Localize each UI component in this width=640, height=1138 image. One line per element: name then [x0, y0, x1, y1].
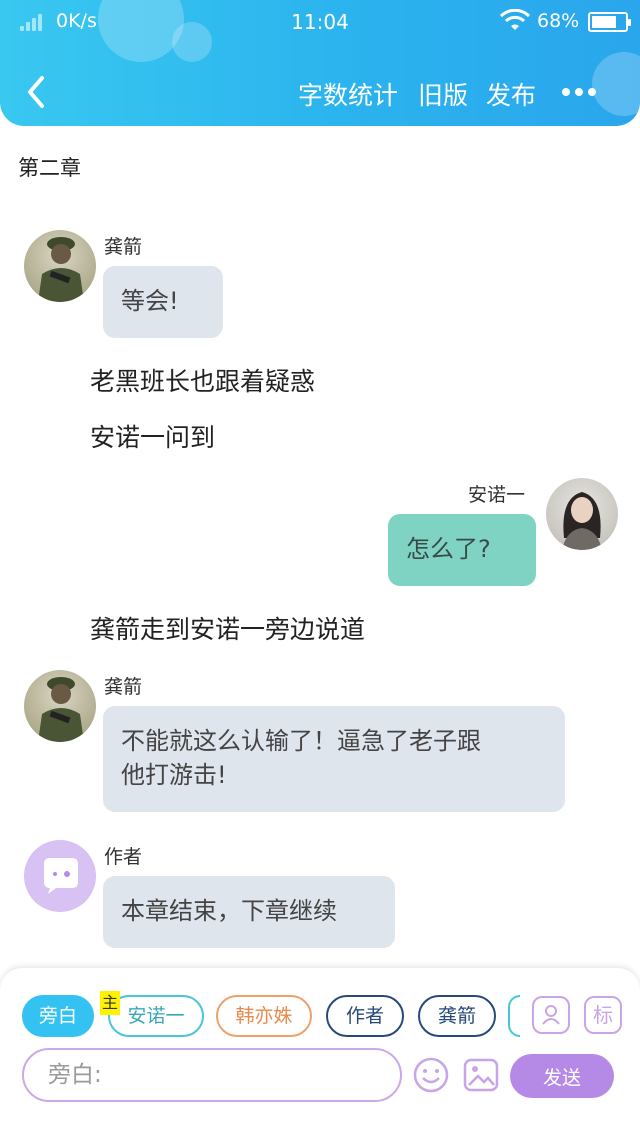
- composer-bar: 旁白 安诺一 主 韩亦姝 作者 龚箭 标 发送: [0, 968, 640, 1138]
- chapter-title: 第二章: [18, 156, 81, 180]
- emoji-icon[interactable]: [412, 1056, 450, 1094]
- role-chip-an-nuoyi[interactable]: 安诺一: [108, 995, 204, 1037]
- send-button[interactable]: 发送: [510, 1054, 614, 1098]
- message-bubble: 本章结束，下章继续: [103, 876, 395, 948]
- tag-icon[interactable]: 标: [584, 996, 622, 1034]
- narration-text: 老黑班长也跟着疑惑: [90, 367, 316, 396]
- girl-avatar[interactable]: [546, 478, 618, 550]
- speaker-name: 龚箭: [104, 676, 143, 698]
- battery-percent: 68%: [537, 10, 580, 32]
- message-bubble: 等会!: [103, 266, 223, 338]
- top-app-bar: 0K/s 11:04 68% 字数统计 旧版 发布: [0, 0, 640, 126]
- battery-icon: [588, 12, 631, 32]
- soldier-avatar[interactable]: [24, 670, 96, 742]
- narration-text: 安诺一问到: [90, 423, 216, 452]
- role-chip-narration[interactable]: 旁白: [22, 995, 94, 1037]
- add-role-icon[interactable]: [532, 996, 570, 1034]
- status-bar: 0K/s 11:04 68%: [0, 0, 640, 44]
- author-avatar[interactable]: [24, 840, 96, 912]
- narration-text: 龚箭走到安诺一旁边说道: [90, 615, 366, 644]
- word-count-button[interactable]: 字数统计: [298, 76, 398, 112]
- message-line: 不能就这么认输了！逼急了老子跟: [121, 727, 481, 755]
- role-chip-han-yishu[interactable]: 韩亦姝: [216, 995, 312, 1037]
- role-chip-gong-jian[interactable]: 龚箭: [418, 995, 496, 1037]
- more-options-icon[interactable]: [562, 88, 598, 98]
- role-chip-partial[interactable]: [508, 995, 520, 1037]
- message-bubble: 不能就这么认输了！逼急了老子跟 他打游击!: [103, 706, 565, 812]
- speaker-name: 安诺一: [468, 484, 526, 506]
- soldier-avatar[interactable]: [24, 230, 96, 302]
- role-chip-author[interactable]: 作者: [326, 995, 404, 1037]
- message-bubble: 怎么了?: [388, 514, 536, 586]
- host-badge: 主: [100, 991, 120, 1015]
- publish-button[interactable]: 发布: [486, 76, 536, 112]
- message-line: 他打游击!: [121, 761, 227, 789]
- speaker-name: 作者: [104, 846, 143, 868]
- old-version-button[interactable]: 旧版: [418, 76, 468, 112]
- speaker-name: 龚箭: [104, 236, 143, 258]
- message-input[interactable]: [22, 1048, 402, 1102]
- back-arrow-icon[interactable]: [22, 74, 52, 110]
- wifi-icon: [500, 9, 530, 30]
- nav-bar: 字数统计 旧版 发布: [0, 62, 640, 122]
- image-icon[interactable]: [462, 1056, 500, 1094]
